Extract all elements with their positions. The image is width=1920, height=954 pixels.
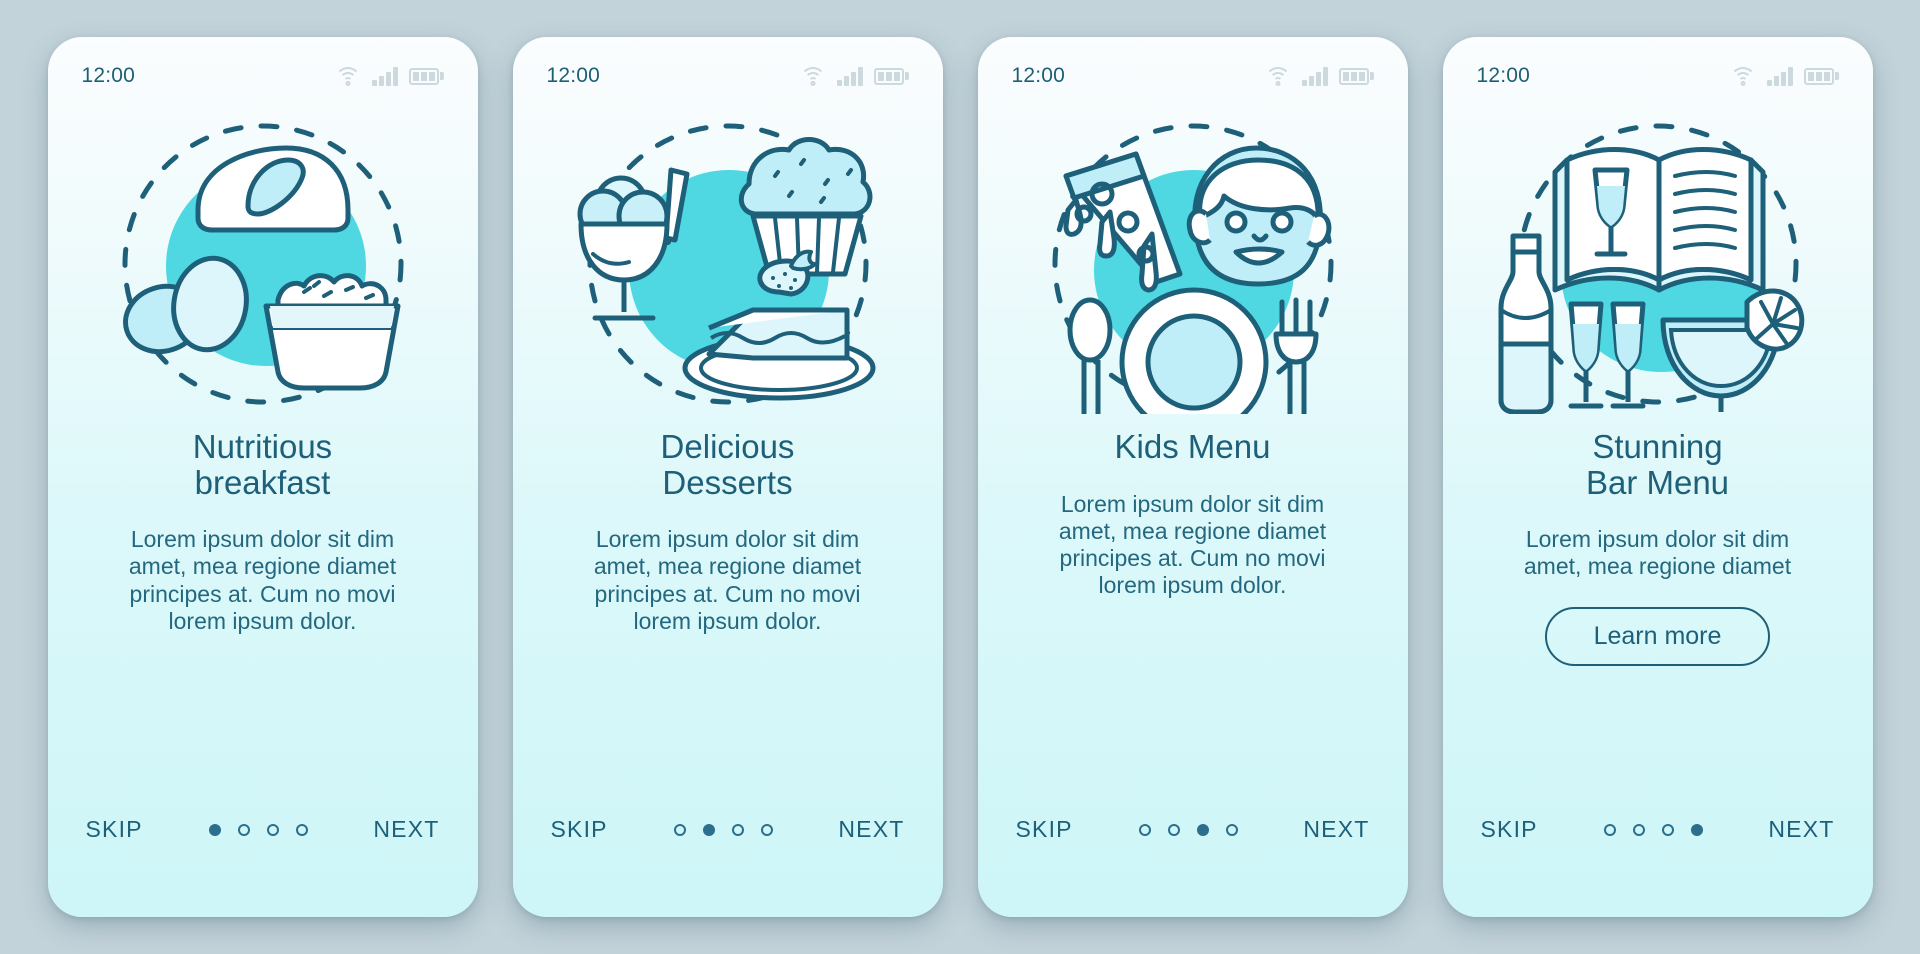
pagination-dots [208,823,308,836]
skip-button[interactable]: SKIP [1016,816,1073,843]
status-bar-icons [1265,66,1374,86]
status-bar-clock: 12:00 [81,64,136,87]
pagination-dot-2[interactable] [1167,823,1180,836]
kids-menu-illustration [978,99,1408,429]
pagination-dot-1[interactable] [1138,823,1151,836]
text-block: Stunning Bar Menu Lorem ipsum dolor sit … [1443,429,1873,666]
onboarding-screens-stage: 12:00 Nutritious breakfast Lorem ipsum d… [0,0,1920,954]
page-description: Lorem ipsum dolor sit dim amet, mea regi… [593,526,862,634]
text-block: Nutritious breakfast Lorem ipsum dolor s… [48,429,478,635]
pagination-dot-3[interactable] [1196,823,1209,836]
learn-more-button[interactable]: Learn more [1544,606,1771,666]
pagination-dot-2[interactable] [1632,823,1645,836]
page-title: Delicious Desserts [660,428,795,501]
pagination-dot-2[interactable] [237,823,250,836]
bottom-navigation: SKIP NEXT [978,816,1408,917]
pagination-dots [1603,823,1703,836]
next-button[interactable]: NEXT [1768,816,1834,843]
signal-icon [372,66,398,86]
battery-icon [873,67,909,86]
wifi-icon [1265,66,1291,86]
battery-icon [408,67,444,86]
desserts-illustration [513,99,943,429]
skip-button[interactable]: SKIP [86,816,143,843]
signal-icon [837,66,863,86]
onboarding-card-stunning-bar-menu: 12:00 Stunning Bar Menu Lorem ipsum dolo… [1442,37,1873,917]
onboarding-card-kids-menu: 12:00 Kids Menu Lorem ipsum dolor sit di… [977,37,1408,917]
status-bar-clock: 12:00 [1011,64,1066,87]
status-bar: 12:00 [1443,37,1873,99]
wifi-icon [1730,66,1756,86]
pagination-dot-4[interactable] [295,823,308,836]
page-description: Lorem ipsum dolor sit dim amet, mea regi… [1058,490,1327,598]
pagination-dot-3[interactable] [731,823,744,836]
pagination-dot-1[interactable] [208,823,221,836]
next-button[interactable]: NEXT [373,816,439,843]
onboarding-card-nutritious-breakfast: 12:00 Nutritious breakfast Lorem ipsum d… [47,37,478,917]
pagination-dot-4[interactable] [760,823,773,836]
status-bar: 12:00 [513,37,943,99]
page-description: Lorem ipsum dolor sit dim amet, mea regi… [1523,526,1792,580]
pagination-dot-3[interactable] [266,823,279,836]
pagination-dots [673,823,773,836]
status-bar: 12:00 [48,37,478,99]
wifi-icon [335,66,361,86]
pagination-dots [1138,823,1238,836]
bar-menu-illustration [1443,99,1873,429]
page-title: Kids Menu [1114,428,1271,465]
pagination-dot-3[interactable] [1661,823,1674,836]
pagination-dot-1[interactable] [1603,823,1616,836]
bottom-navigation: SKIP NEXT [1443,816,1873,917]
status-bar-icons [800,66,909,86]
next-button[interactable]: NEXT [838,816,904,843]
status-bar-icons [335,66,444,86]
status-bar-icons [1730,66,1839,86]
pagination-dot-1[interactable] [673,823,686,836]
page-title: Nutritious breakfast [192,428,333,501]
bottom-navigation: SKIP NEXT [513,816,943,917]
battery-icon [1338,67,1374,86]
signal-icon [1302,66,1328,86]
status-bar-clock: 12:00 [546,64,601,87]
skip-button[interactable]: SKIP [551,816,608,843]
pagination-dot-2[interactable] [702,823,715,836]
battery-icon [1803,67,1839,86]
skip-button[interactable]: SKIP [1481,816,1538,843]
pagination-dot-4[interactable] [1690,823,1703,836]
text-block: Delicious Desserts Lorem ipsum dolor sit… [513,429,943,635]
pagination-dot-4[interactable] [1225,823,1238,836]
wifi-icon [800,66,826,86]
page-title: Stunning Bar Menu [1585,428,1730,501]
bottom-navigation: SKIP NEXT [48,816,478,917]
text-block: Kids Menu Lorem ipsum dolor sit dim amet… [978,429,1408,599]
next-button[interactable]: NEXT [1303,816,1369,843]
page-description: Lorem ipsum dolor sit dim amet, mea regi… [128,526,397,634]
status-bar: 12:00 [978,37,1408,99]
breakfast-illustration [48,99,478,429]
status-bar-clock: 12:00 [1476,64,1531,87]
onboarding-card-delicious-desserts: 12:00 Delicious Desserts Lorem ipsum dol… [512,37,943,917]
signal-icon [1767,66,1793,86]
